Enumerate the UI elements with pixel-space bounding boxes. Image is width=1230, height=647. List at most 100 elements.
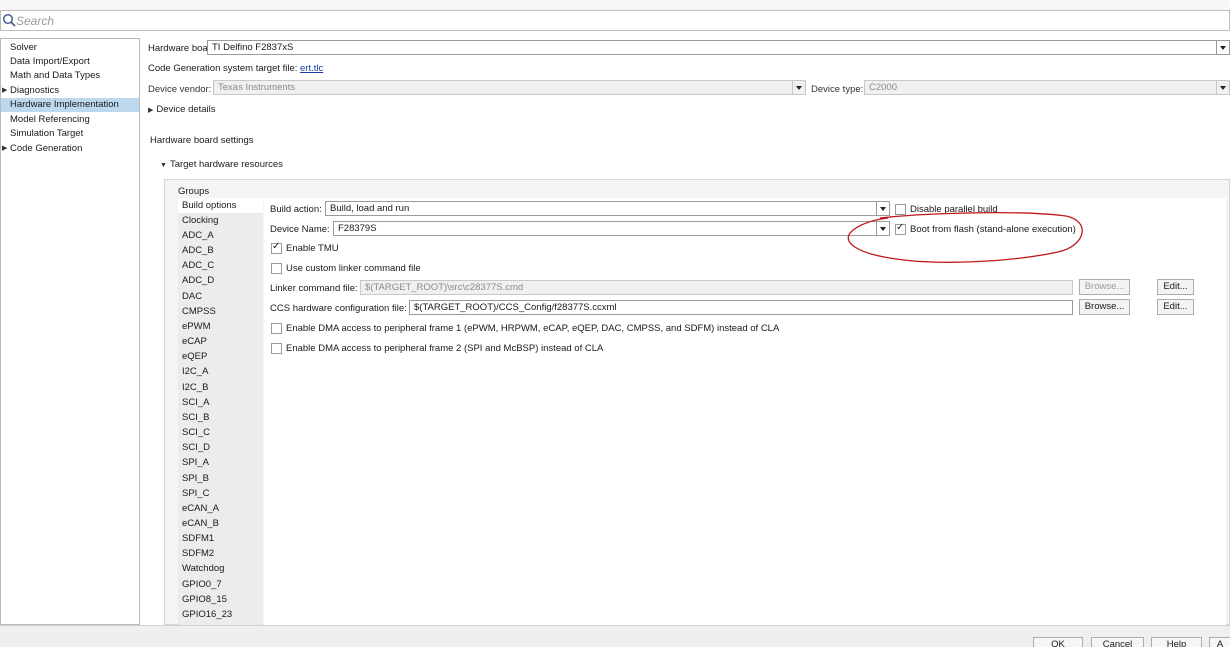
cancel-button[interactable]: Cancel [1091,637,1144,647]
group-item[interactable]: Build options [178,198,263,213]
group-item[interactable]: GPIO16_23 [178,607,263,622]
device-name-label: Device Name: [270,224,330,235]
configuration-dialog: { "search": { "placeholder": "Search" },… [0,0,1230,647]
nav-item-label: Hardware Implementation [10,99,119,110]
boot-from-flash-label: Boot from flash (stand-alone execution) [910,224,1076,235]
group-item[interactable]: SPI_A [178,455,263,470]
group-item[interactable]: I2C_A [178,364,263,379]
groups-label: Groups [178,186,210,197]
nav-item-label: Model Referencing [10,114,90,125]
codegen-target-link[interactable]: ert.tlc [300,63,323,74]
device-details-label: Device details [156,104,216,115]
build-options-content: Build action: Build, load and run Disabl… [264,198,1226,626]
nav-item-math-and-data-types[interactable]: Math and Data Types [1,69,139,83]
chevron-down-icon[interactable] [876,222,889,235]
custom-linker-checkbox[interactable] [271,263,282,274]
nav-item-simulation-target[interactable]: Simulation Target [1,127,139,141]
linker-file-value: $(TARGET_ROOT)\src\c28377S.cmd [365,282,524,293]
enable-tmu-label: Enable TMU [286,243,339,254]
nav-item-data-import-export[interactable]: Data Import/Export [1,55,139,69]
search-bar[interactable] [0,10,1230,31]
target-resources-toggle[interactable]: ▼ Target hardware resources [160,159,283,170]
build-action-value: Build, load and run [330,203,410,214]
search-input[interactable] [16,13,716,28]
apply-button[interactable]: A [1209,637,1230,647]
group-item[interactable]: DAC [178,289,263,304]
build-action-label: Build action: [270,204,322,215]
groups-list: Build options Clocking ADC_A ADC_B ADC_C… [178,198,263,626]
group-item[interactable]: I2C_B [178,380,263,395]
group-item[interactable]: ADC_A [178,228,263,243]
group-item[interactable]: SCI_C [178,425,263,440]
nav-item-label: Code Generation [10,143,83,154]
chevron-down-icon[interactable] [1216,41,1229,54]
group-item[interactable]: SPI_C [178,486,263,501]
ccs-edit-button[interactable]: Edit... [1157,299,1194,315]
enable-tmu-checkbox[interactable] [271,241,282,254]
group-item[interactable]: SPI_B [178,471,263,486]
group-item[interactable]: eQEP [178,349,263,364]
group-item[interactable]: Clocking [178,213,263,228]
disable-parallel-label: Disable parallel build [910,204,998,215]
linker-browse-button[interactable]: Browse... [1079,279,1130,295]
group-item[interactable]: SDFM1 [178,531,263,546]
linker-edit-button[interactable]: Edit... [1157,279,1194,295]
chevron-down-icon[interactable] [792,81,805,94]
group-item[interactable]: SCI_D [178,440,263,455]
group-item[interactable]: eCAN_A [178,501,263,516]
build-action-select[interactable]: Build, load and run [325,201,890,216]
group-item[interactable]: SCI_B [178,410,263,425]
boot-from-flash-checkbox[interactable] [895,222,906,235]
dma-frame2-label: Enable DMA access to peripheral frame 2 … [286,343,604,354]
expand-arrow-icon[interactable]: ▶ [2,84,7,98]
group-item[interactable]: eCAP [178,334,263,349]
group-item[interactable]: ADC_C [178,258,263,273]
dma-frame1-checkbox[interactable] [271,323,282,334]
expand-arrow-icon: ▶ [148,107,154,114]
custom-linker-label: Use custom linker command file [286,263,421,274]
dma-frame1-label: Enable DMA access to peripheral frame 1 … [286,323,780,334]
ok-button[interactable]: OK [1033,637,1083,647]
device-vendor-value: Texas Instruments [218,82,296,93]
chevron-down-icon[interactable] [876,202,889,215]
device-details-toggle[interactable]: ▶ Device details [148,104,216,115]
device-type-label: Device type: [811,84,864,95]
top-strip [0,0,1230,10]
group-item[interactable]: Watchdog [178,561,263,576]
hardware-board-select[interactable]: TI Delfino F2837xS [207,40,1230,55]
device-type-select[interactable]: C2000 [864,80,1230,95]
device-type-value: C2000 [869,82,897,93]
disable-parallel-checkbox[interactable] [895,204,906,215]
group-item[interactable]: GPIO8_15 [178,592,263,607]
group-item[interactable]: SDFM2 [178,546,263,561]
ccs-config-input[interactable]: $(TARGET_ROOT)/CCS_Config/f28377S.ccxml [409,300,1073,315]
device-vendor-label: Device vendor: [148,84,212,95]
dma-frame2-checkbox[interactable] [271,343,282,354]
nav-item-diagnostics[interactable]: ▶ Diagnostics [1,84,139,98]
group-item[interactable]: ADC_D [178,273,263,288]
nav-item-model-referencing[interactable]: Model Referencing [1,113,139,127]
nav-item-label: Solver [10,42,37,53]
chevron-down-icon[interactable] [1216,81,1229,94]
group-item[interactable]: ADC_B [178,243,263,258]
nav-item-code-generation[interactable]: ▶ Code Generation [1,142,139,156]
collapse-arrow-icon: ▼ [160,162,167,169]
nav-item-label: Simulation Target [10,128,84,139]
expand-arrow-icon[interactable]: ▶ [2,142,7,156]
ccs-config-label: CCS hardware configuration file: [270,303,407,314]
device-vendor-select[interactable]: Texas Instruments [213,80,806,95]
device-name-select[interactable]: F28379S [333,221,890,236]
help-button[interactable]: Help [1151,637,1202,647]
device-name-value: F28379S [338,223,377,234]
group-item[interactable]: SCI_A [178,395,263,410]
linker-file-input[interactable]: $(TARGET_ROOT)\src\c28377S.cmd [360,280,1073,295]
ccs-browse-button[interactable]: Browse... [1079,299,1130,315]
group-item[interactable]: CMPSS [178,304,263,319]
nav-item-label: Math and Data Types [10,70,101,81]
nav-item-hardware-implementation[interactable]: Hardware Implementation [1,98,139,112]
group-item[interactable]: ePWM [178,319,263,334]
nav-item-solver[interactable]: Solver [1,41,139,55]
group-item[interactable]: eCAN_B [178,516,263,531]
group-item[interactable]: GPIO0_7 [178,577,263,592]
main-panel: Hardware board: TI Delfino F2837xS Code … [142,38,1230,626]
